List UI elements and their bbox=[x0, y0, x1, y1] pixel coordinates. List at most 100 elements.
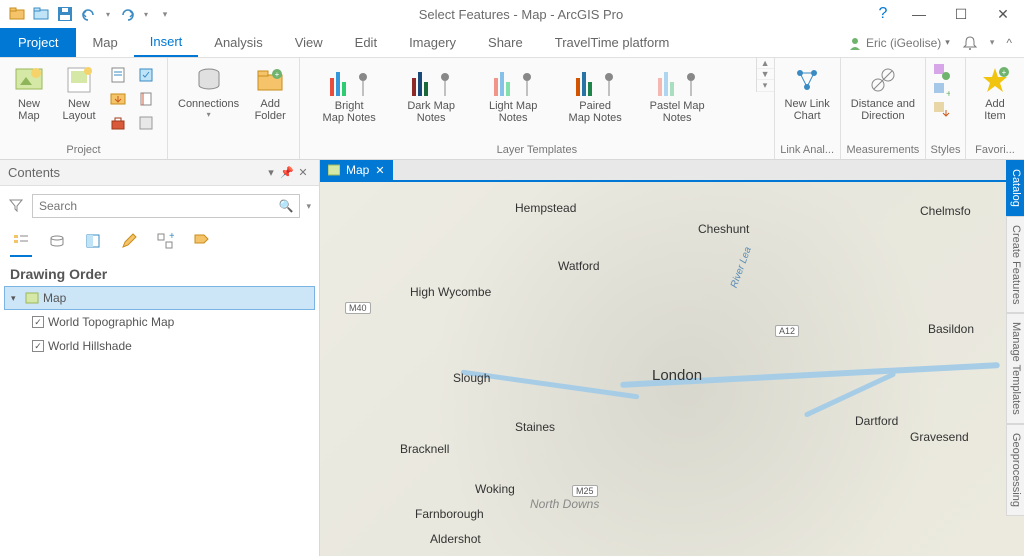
add-style-icon[interactable] bbox=[932, 62, 950, 80]
shield-m40: M40 bbox=[345, 302, 371, 314]
map-tab-close-icon[interactable]: ✕ bbox=[375, 164, 384, 177]
save-icon[interactable] bbox=[56, 5, 74, 23]
gallery-down-icon[interactable]: ▼ bbox=[757, 69, 774, 80]
toc-toolbar: + bbox=[0, 226, 319, 260]
search-icon[interactable]: 🔍 bbox=[279, 199, 294, 213]
gallery-up-icon[interactable]: ▲ bbox=[757, 58, 774, 69]
undo-dropdown-icon[interactable]: ▾ bbox=[104, 5, 112, 23]
help-icon[interactable]: ? bbox=[868, 5, 898, 23]
pane-menu-icon[interactable]: ▾ bbox=[263, 166, 279, 179]
tab-share[interactable]: Share bbox=[472, 28, 539, 57]
maximize-button[interactable]: ☐ bbox=[940, 0, 982, 28]
label-river-lea: River Lea bbox=[729, 246, 754, 290]
svg-text:+: + bbox=[169, 232, 174, 242]
new-project-icon[interactable] bbox=[32, 5, 50, 23]
list-by-editing-icon[interactable] bbox=[118, 230, 140, 252]
window-title: Select Features - Map - ArcGIS Pro bbox=[174, 7, 868, 22]
template-paired-map-notes[interactable]: Paired Map Notes bbox=[554, 62, 636, 124]
toolbox-icon[interactable] bbox=[106, 112, 130, 134]
add-folder-button[interactable]: + Add Folder bbox=[247, 62, 293, 124]
main-area: Contents ▾ 📌 ✕ 🔍 ▾ + Drawing Order ▾ bbox=[0, 160, 1024, 556]
tree-layer-hillshade[interactable]: ✓ World Hillshade bbox=[4, 334, 315, 358]
new-link-chart-button[interactable]: New Link Chart bbox=[781, 62, 834, 124]
city-watford: Watford bbox=[558, 259, 600, 273]
search-box[interactable]: 🔍 bbox=[32, 194, 300, 218]
new-map-icon bbox=[13, 64, 45, 96]
pane-close-icon[interactable]: ✕ bbox=[295, 166, 311, 179]
title-bar: ▾ ▾ ▾ Select Features - Map - ArcGIS Pro… bbox=[0, 0, 1024, 28]
undo-icon[interactable] bbox=[80, 5, 98, 23]
checkbox-checked-icon[interactable]: ✓ bbox=[32, 340, 44, 352]
tab-insert[interactable]: Insert bbox=[134, 28, 199, 57]
new-report-icon[interactable] bbox=[106, 64, 130, 86]
new-map-button[interactable]: New Map bbox=[6, 62, 52, 124]
tab-project-file[interactable]: Project bbox=[0, 28, 76, 57]
notifications-icon[interactable] bbox=[962, 35, 978, 51]
template-bright-map-notes[interactable]: Bright Map Notes bbox=[308, 62, 390, 124]
star-icon: + bbox=[979, 64, 1011, 96]
redo-dropdown-icon[interactable]: ▾ bbox=[142, 5, 150, 23]
map-tab[interactable]: Map ✕ bbox=[320, 160, 393, 180]
search-dropdown-icon[interactable]: ▾ bbox=[306, 201, 311, 212]
list-by-drawing-order-icon[interactable] bbox=[10, 230, 32, 252]
tab-traveltime[interactable]: TravelTime platform bbox=[539, 28, 686, 57]
city-london: London bbox=[652, 367, 702, 384]
distance-direction-button[interactable]: Distance and Direction bbox=[847, 62, 919, 124]
map-canvas[interactable]: London Watford Hempstead Cheshunt Chelms… bbox=[320, 182, 1024, 556]
window-controls: — ☐ ✕ bbox=[898, 0, 1024, 28]
tab-imagery[interactable]: Imagery bbox=[393, 28, 472, 57]
user-icon bbox=[848, 36, 862, 50]
tab-edit[interactable]: Edit bbox=[339, 28, 393, 57]
tab-analysis[interactable]: Analysis bbox=[198, 28, 278, 57]
side-tab-create-features[interactable]: Create Features bbox=[1006, 216, 1024, 313]
add-item-small-icon[interactable] bbox=[134, 112, 158, 134]
new-notebook-icon[interactable] bbox=[134, 88, 158, 110]
collapse-icon[interactable]: ▾ bbox=[11, 293, 21, 304]
new-style-icon[interactable]: + bbox=[932, 81, 950, 99]
list-by-selection-icon[interactable] bbox=[82, 230, 104, 252]
template-light-map-notes[interactable]: Light Map Notes bbox=[472, 62, 554, 124]
list-by-snapping-icon[interactable]: + bbox=[154, 230, 176, 252]
minimize-button[interactable]: — bbox=[898, 0, 940, 28]
svg-text:+: + bbox=[946, 89, 950, 99]
side-tab-manage-templates[interactable]: Manage Templates bbox=[1006, 313, 1024, 424]
city-cheshunt: Cheshunt bbox=[698, 222, 749, 236]
contents-title: Contents bbox=[8, 165, 60, 180]
contents-header: Contents ▾ 📌 ✕ bbox=[0, 160, 319, 186]
qat-customize-icon[interactable]: ▾ bbox=[156, 5, 174, 23]
tab-view[interactable]: View bbox=[279, 28, 339, 57]
tree-layer-topographic[interactable]: ✓ World Topographic Map bbox=[4, 310, 315, 334]
gallery-expand-icon[interactable]: ▾ bbox=[757, 80, 774, 92]
checkbox-checked-icon[interactable]: ✓ bbox=[32, 316, 44, 328]
import-style-icon[interactable] bbox=[932, 100, 950, 118]
import-map-icon[interactable] bbox=[106, 88, 130, 110]
tree-map-root[interactable]: ▾ Map bbox=[4, 286, 315, 310]
pane-pin-icon[interactable]: 📌 bbox=[279, 166, 295, 179]
list-by-labeling-icon[interactable] bbox=[190, 230, 212, 252]
shield-a12: A12 bbox=[775, 325, 799, 337]
ribbon-group-layer-templates: Bright Map Notes Dark Map Notes Light Ma… bbox=[300, 58, 774, 159]
city-hempstead: Hempstead bbox=[515, 201, 576, 215]
template-dark-map-notes[interactable]: Dark Map Notes bbox=[390, 62, 472, 124]
new-layout-icon bbox=[63, 64, 95, 96]
filter-icon[interactable] bbox=[8, 197, 26, 215]
close-button[interactable]: ✕ bbox=[982, 0, 1024, 28]
ribbon-tabs: Project Map Insert Analysis View Edit Im… bbox=[0, 28, 1024, 58]
ribbon-group-link-analysis: New Link Chart Link Anal... bbox=[775, 58, 841, 159]
open-project-icon[interactable] bbox=[8, 5, 26, 23]
template-pastel-map-notes[interactable]: Pastel Map Notes bbox=[636, 62, 718, 124]
new-layout-button[interactable]: New Layout bbox=[56, 62, 102, 124]
ribbon-group-project-label: Project bbox=[0, 144, 167, 159]
side-tab-catalog[interactable]: Catalog bbox=[1006, 160, 1024, 216]
signed-in-user[interactable]: Eric (iGeolise) ▾ bbox=[848, 36, 950, 50]
connections-button[interactable]: Connections ▾ bbox=[174, 62, 243, 121]
side-tab-geoprocessing[interactable]: Geoprocessing bbox=[1006, 424, 1024, 516]
task-icon[interactable] bbox=[134, 64, 158, 86]
redo-icon[interactable] bbox=[118, 5, 136, 23]
add-item-button[interactable]: + Add Item bbox=[972, 62, 1018, 124]
list-by-source-icon[interactable] bbox=[46, 230, 68, 252]
collapse-ribbon-icon[interactable]: ^ bbox=[1006, 36, 1012, 50]
search-input[interactable] bbox=[39, 199, 279, 213]
contents-pane: Contents ▾ 📌 ✕ 🔍 ▾ + Drawing Order ▾ bbox=[0, 160, 320, 556]
tab-map[interactable]: Map bbox=[76, 28, 133, 57]
